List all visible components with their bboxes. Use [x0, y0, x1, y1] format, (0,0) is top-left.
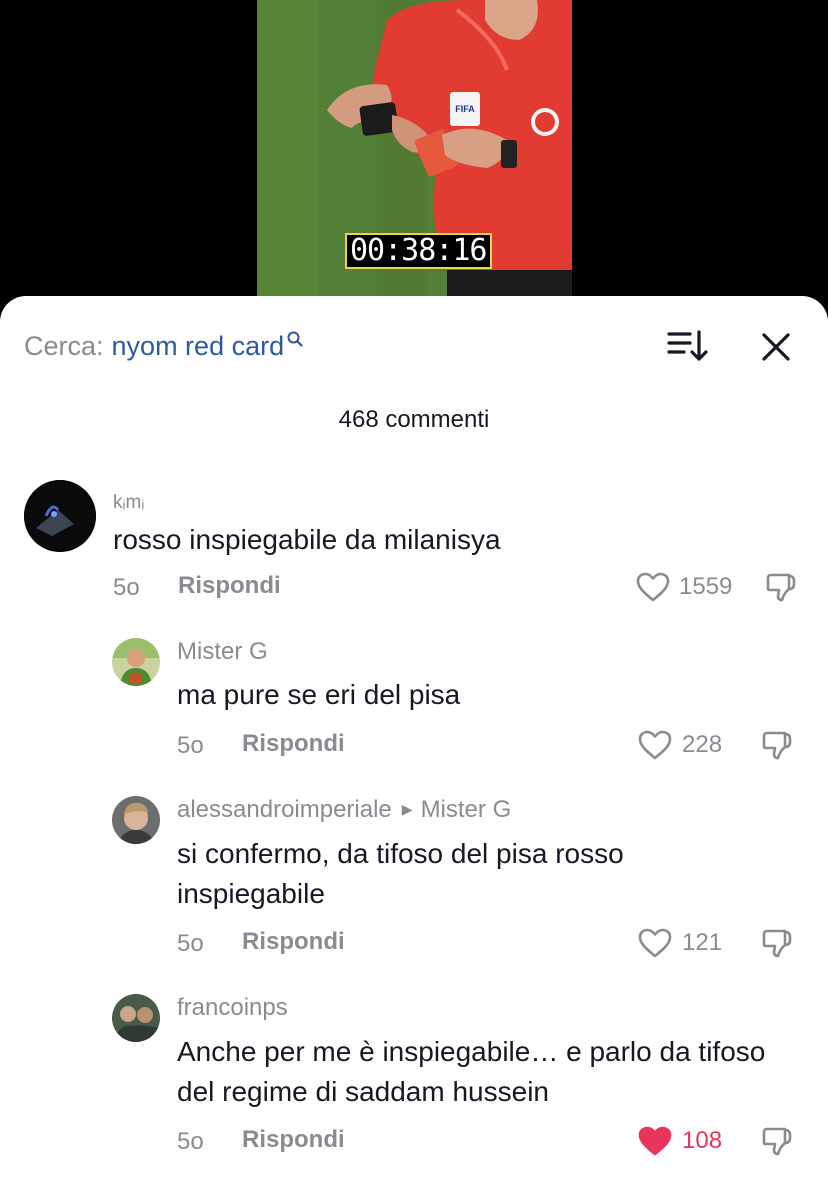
comment-text: Anche per me è inspiegabile… e parlo da …: [177, 1036, 766, 1107]
like-count: 108: [682, 1127, 723, 1154]
search-term-link[interactable]: nyom red card: [112, 331, 285, 362]
avatar[interactable]: [24, 480, 96, 552]
comment-age: 5o: [113, 574, 140, 601]
comment-item: Mister G ma pure se eri del pisa 5o 5o R…: [0, 638, 828, 768]
search-suggestion[interactable]: Cerca: nyom red card: [24, 326, 304, 366]
comment-age: 5o: [177, 1128, 204, 1155]
avatar[interactable]: [112, 638, 160, 686]
search-icon: [287, 331, 303, 347]
comments-count: 468 commenti: [338, 406, 490, 433]
comment-item: kᵢmᵢ rosso inspiegabile da milanisya 5o …: [0, 480, 828, 610]
reply-arrow-icon: ▶: [401, 801, 413, 817]
sort-icon[interactable]: [666, 329, 708, 363]
comment-item: francoinps Anche per me è inspiegabile… …: [0, 994, 828, 1164]
comment-username[interactable]: kᵢmᵢ: [113, 492, 144, 514]
avatar[interactable]: [112, 796, 160, 844]
video-timestamp: 00:38:16: [345, 233, 492, 269]
fifa-badge: FIFA: [455, 104, 475, 114]
reply-button[interactable]: Rispondi: [242, 730, 345, 758]
comment-author[interactable]: alessandroimperiale: [177, 796, 392, 823]
heart-icon[interactable]: [638, 730, 672, 760]
heart-filled-icon[interactable]: [638, 1126, 672, 1156]
heart-icon[interactable]: [638, 928, 672, 958]
comment-text: rosso inspiegabile da milanisya: [113, 524, 501, 555]
reply-button[interactable]: Rispondi: [178, 572, 281, 600]
heart-icon[interactable]: [636, 572, 670, 602]
like-count: 1559: [679, 573, 733, 600]
comment-username[interactable]: francoinps: [177, 994, 288, 1022]
comment-age: 5o: [177, 732, 204, 759]
reply-to-username[interactable]: Mister G: [421, 796, 512, 823]
like-count: 121: [682, 929, 723, 956]
dislike-icon[interactable]: [764, 571, 796, 603]
comments-sheet: Cerca: nyom red card 468 commenti kᵢmᵢ r…: [0, 296, 828, 1191]
video-player[interactable]: FIFA 00:38:16: [0, 0, 828, 310]
comment-text: ma pure se eri del pisa: [177, 679, 461, 710]
reply-button[interactable]: Rispondi: [242, 928, 345, 956]
search-prefix: Cerca:: [24, 330, 104, 361]
dislike-icon[interactable]: [760, 927, 792, 959]
comment-username[interactable]: alessandroimperiale ▶ Mister G: [177, 796, 511, 824]
avatar[interactable]: [112, 994, 160, 1042]
comment-age: 5o: [177, 930, 204, 957]
reply-button[interactable]: Rispondi: [242, 1126, 345, 1154]
like-count: 228: [682, 731, 723, 758]
comment-username[interactable]: Mister G: [177, 638, 268, 666]
dislike-icon[interactable]: [760, 1125, 792, 1157]
comment-item: alessandroimperiale ▶ Mister G si confermo…: [0, 796, 828, 966]
close-icon[interactable]: [758, 329, 794, 365]
comment-text: si confermo, da tifoso del pisa rosso in…: [177, 838, 624, 909]
dislike-icon[interactable]: [760, 729, 792, 761]
